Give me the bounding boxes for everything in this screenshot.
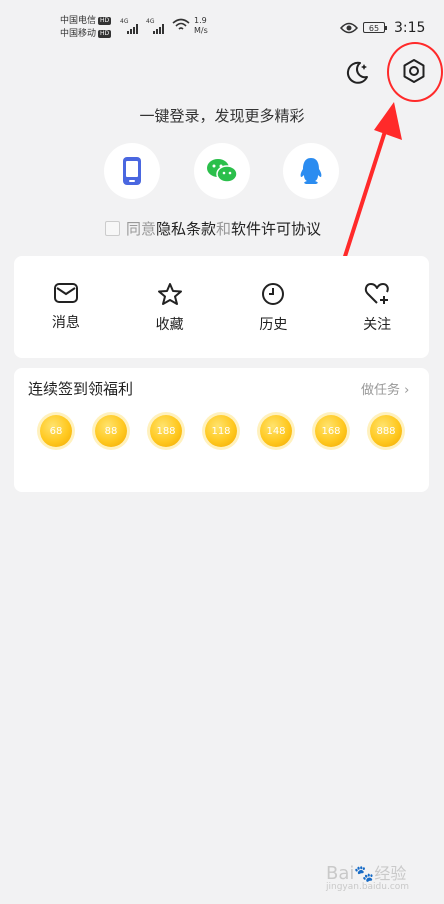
coin-day-1[interactable]: 68 xyxy=(40,415,72,447)
wechat-icon xyxy=(207,159,238,183)
qq-login-button[interactable] xyxy=(283,143,339,199)
phone-icon xyxy=(123,157,141,185)
wechat-login-button[interactable] xyxy=(194,143,250,199)
privacy-link[interactable]: 隐私条款 xyxy=(156,220,216,238)
license-link[interactable]: 软件许可协议 xyxy=(231,220,321,238)
agree-prefix: 同意 xyxy=(126,220,157,238)
coin-day-5[interactable]: 148 xyxy=(260,415,292,447)
quick-action-label: 关注 xyxy=(363,317,392,333)
watermark-brand: Bai xyxy=(326,863,355,884)
coin-day-2[interactable]: 88 xyxy=(95,415,127,447)
clock-icon xyxy=(262,283,285,305)
paw-icon: 🐾 xyxy=(354,864,375,883)
quick-action-history[interactable]: 历史 xyxy=(233,282,313,334)
coin-day-6[interactable]: 168 xyxy=(315,415,347,447)
do-tasks-link[interactable]: 做任务 › xyxy=(361,379,409,398)
quick-action-messages[interactable]: 消息 xyxy=(26,282,106,334)
settings-gear-icon[interactable] xyxy=(401,58,427,84)
watermark-brand-cn: 经验 xyxy=(374,864,407,883)
eye-icon xyxy=(340,22,358,34)
battery-indicator: 65 xyxy=(363,22,387,33)
agree-checkbox[interactable] xyxy=(105,221,120,236)
quick-action-label: 历史 xyxy=(259,317,288,333)
network-speed: 1.9 M/s xyxy=(194,16,208,35)
quick-action-favorites[interactable]: 收藏 xyxy=(130,282,210,334)
watermark-url: jingyan.baidu.com xyxy=(326,882,410,892)
coin-day-7[interactable]: 888 xyxy=(370,415,402,447)
heart-plus-icon xyxy=(365,283,389,304)
coin-day-3[interactable]: 188 xyxy=(150,415,182,447)
watermark: Bai🐾经验 jingyan.baidu.com xyxy=(326,860,409,892)
quick-action-following[interactable]: 关注 xyxy=(337,282,417,334)
night-mode-moon-icon[interactable] xyxy=(343,58,371,86)
carrier-1: 中国电信 HD xyxy=(60,16,112,26)
star-icon xyxy=(157,283,182,305)
quick-action-label: 收藏 xyxy=(155,317,184,333)
status-time: 3:15 xyxy=(394,20,426,36)
qq-icon xyxy=(300,158,322,184)
checkin-title: 连续签到领福利 xyxy=(28,380,134,398)
envelope-icon xyxy=(53,283,78,303)
agree-and: 和 xyxy=(216,220,232,238)
annotation-arrow xyxy=(338,102,402,274)
quick-action-label: 消息 xyxy=(51,315,80,331)
chevron-right-icon: › xyxy=(404,383,410,398)
login-title: 一键登录，发现更多精彩 xyxy=(139,107,305,125)
checkin-card: 连续签到领福利 做任务 › 68 88 188 118 148 168 888 xyxy=(14,368,429,492)
phone-login-button[interactable] xyxy=(104,143,160,199)
carrier-2: 中国移动 HD xyxy=(60,29,112,39)
wifi-icon xyxy=(172,18,190,30)
coin-day-4[interactable]: 118 xyxy=(205,415,237,447)
quick-actions-card: 消息 收藏 历史 关注 xyxy=(14,256,429,358)
agreement-row: 同意隐私条款和软件许可协议 xyxy=(105,218,321,239)
